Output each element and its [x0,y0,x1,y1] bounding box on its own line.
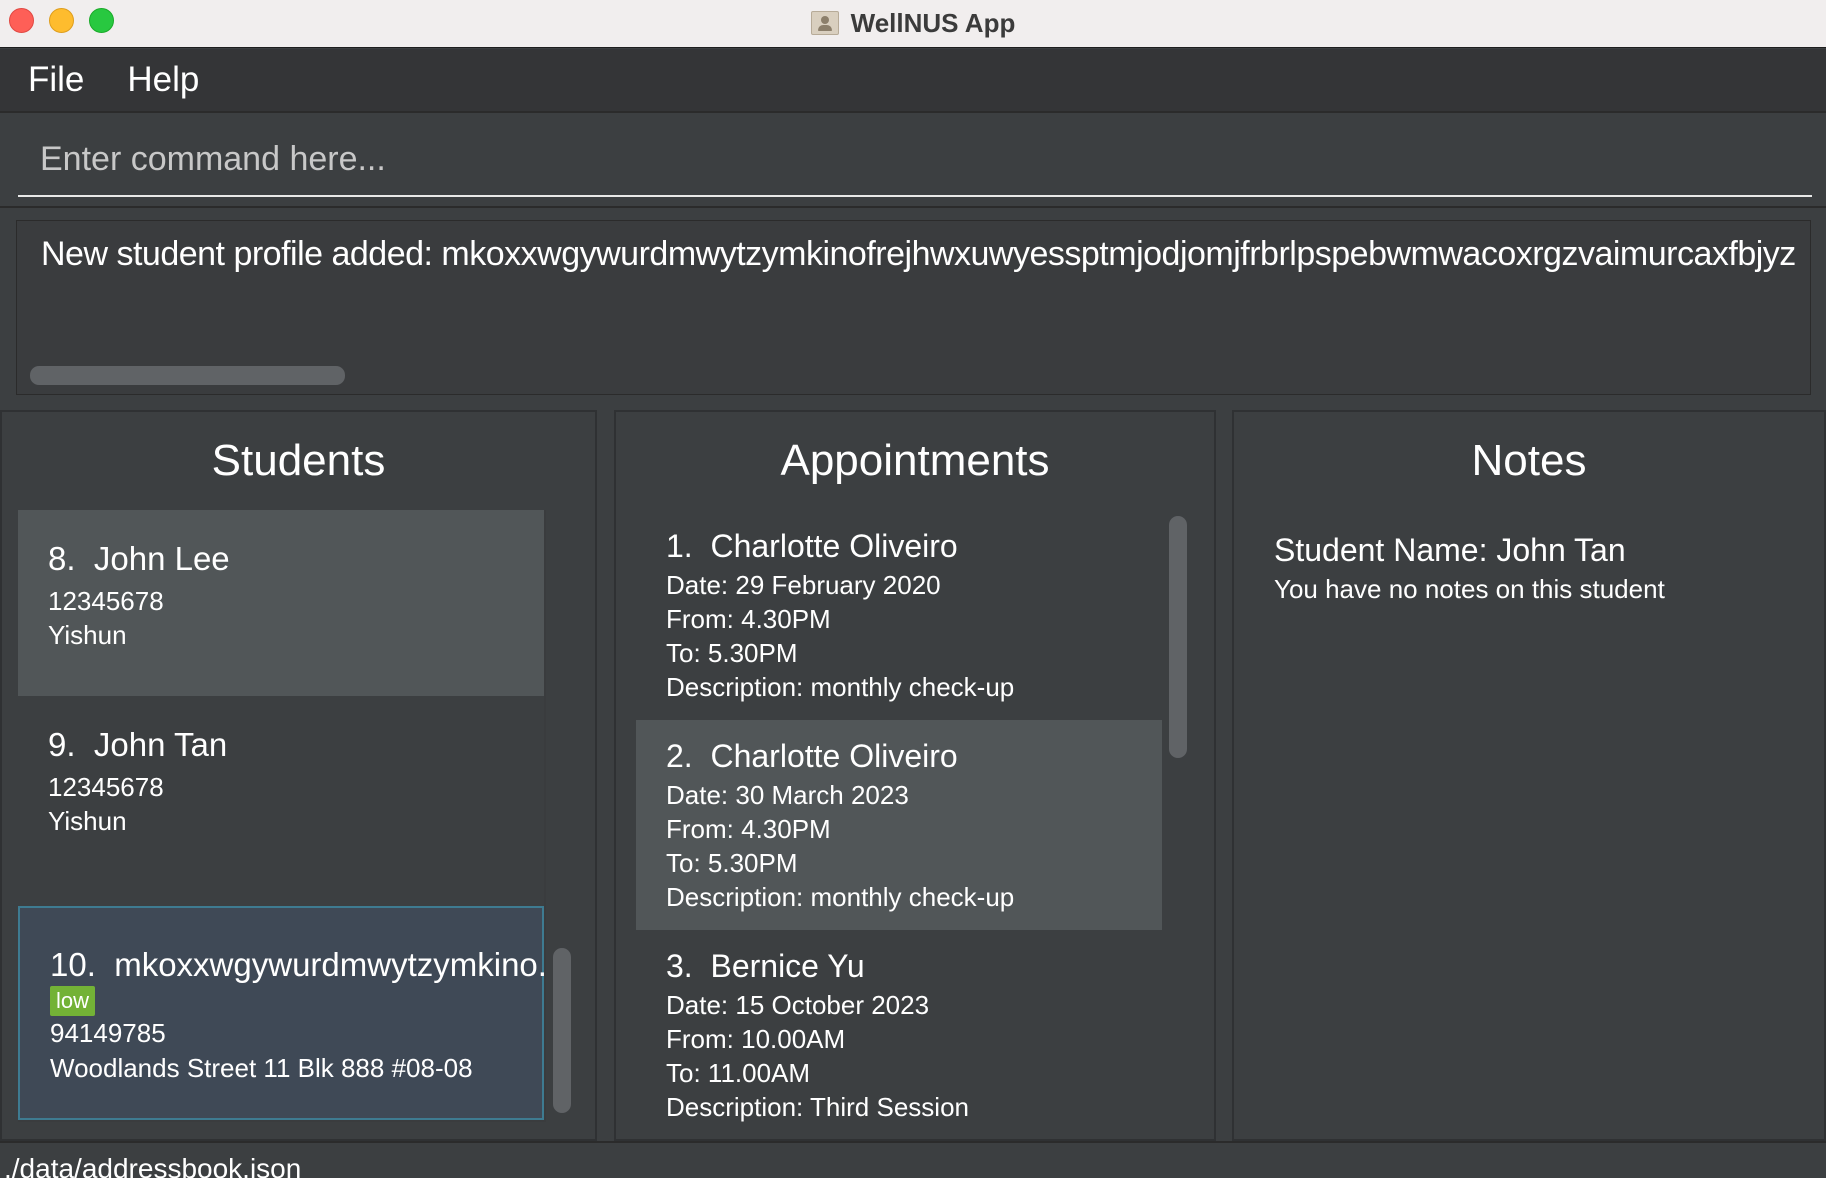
menu-file[interactable]: File [28,60,84,100]
student-index: 9. [48,726,76,763]
result-display[interactable]: New student profile added: mkoxxwgywurdm… [16,220,1811,395]
appointment-card[interactable]: 1. Charlotte Oliveiro Date: 29 February … [636,510,1162,720]
student-phone: 12345678 [48,586,164,616]
student-name: 9. John Tan [48,726,227,764]
appointment-name: 1. Charlotte Oliveiro [666,528,958,565]
appointment-index: 1. [666,528,693,564]
result-text: New student profile added: mkoxxwgywurdm… [41,235,1796,273]
app-icon [810,11,839,35]
notes-body: You have no notes on this student [1274,574,1665,604]
data-file-path: ./data/addressbook.json [4,1153,302,1178]
student-list-scrollbar[interactable] [553,948,571,1113]
app-window: WellNUS App File Help New student profil… [0,0,1826,1178]
student-name-text: John Tan [93,726,228,763]
appointments-panel: Appointments 1. Charlotte Oliveiro Date:… [614,410,1216,1141]
result-horizontal-scrollbar[interactable] [30,366,345,385]
appointment-to: To: 11.00AM [666,1058,811,1088]
menu-bar: File Help [0,49,1826,113]
appointment-description: Description: monthly check-up [666,882,1015,912]
title-bar: WellNUS App [0,0,1826,48]
menu-help[interactable]: Help [127,60,199,100]
appointment-to: To: 5.30PM [666,848,798,878]
status-bar: ./data/addressbook.json [0,1141,1826,1178]
students-title: Students [211,436,386,485]
appointment-card[interactable]: 3. Bernice Yu Date: 15 October 2023 From… [636,930,1162,1122]
appointment-from: From: 4.30PM [666,814,831,844]
notes-panel: Notes Student Name: John Tan You have no… [1232,410,1826,1141]
student-card[interactable]: 9. John Tan 12345678 Yishun [18,696,544,906]
risk-tag: low [50,986,96,1016]
appointment-from: From: 4.30PM [666,604,831,634]
student-phone: 94149785 [50,1018,166,1048]
student-list[interactable]: 8. John Lee 12345678 Yishun 9. John Tan … [18,510,546,1122]
appointment-name: 2. Charlotte Oliveiro [666,738,958,775]
appointment-description: Description: Third Session [666,1092,969,1122]
student-name: 8. John Lee [48,540,230,578]
appointment-date: Date: 30 March 2023 [666,780,909,810]
appointment-from: From: 10.00AM [666,1024,846,1054]
student-phone: 12345678 [48,772,164,802]
student-card-selected[interactable]: 10. mkoxxwgywurdmwytzymkino... low 94149… [18,906,546,1120]
appointment-description: Description: monthly check-up [666,672,1015,702]
appointments-title: Appointments [780,436,1050,485]
notes-title: Notes [1471,436,1587,485]
student-name-text: John Lee [93,540,230,577]
appointment-index: 3. [666,948,693,984]
students-panel: Students 8. John Lee 12345678 Yishun 9. … [0,410,597,1141]
appointment-student: Charlotte Oliveiro [710,738,958,774]
appointment-card-selected[interactable]: 2. Charlotte Oliveiro Date: 30 March 202… [636,720,1162,930]
appointment-student: Bernice Yu [710,948,865,984]
appointment-list[interactable]: 1. Charlotte Oliveiro Date: 29 February … [636,510,1162,1122]
appointment-name: 3. Bernice Yu [666,948,865,985]
appointment-student: Charlotte Oliveiro [710,528,958,564]
student-index: 8. [48,540,76,577]
command-input[interactable] [18,123,1812,197]
appointment-list-scrollbar[interactable] [1169,516,1187,758]
appointment-date: Date: 29 February 2020 [666,570,941,600]
student-card[interactable]: 8. John Lee 12345678 Yishun [18,510,544,696]
notes-content: Student Name: John Tan You have no notes… [1254,510,1810,1122]
student-address: Yishun [48,806,127,836]
student-index: 10. [50,946,96,983]
appointment-date: Date: 15 October 2023 [666,990,930,1020]
window-title: WellNUS App [850,7,1016,38]
title-wrap: WellNUS App [0,0,1826,46]
appointment-to: To: 5.30PM [666,638,798,668]
student-address: Yishun [48,620,127,650]
student-name: 10. mkoxxwgywurdmwytzymkino... [50,946,546,984]
student-address: Woodlands Street 11 Blk 888 #08-08 [50,1053,473,1083]
command-area [0,115,1826,208]
student-name-text: mkoxxwgywurdmwytzymkino... [114,946,546,983]
appointment-index: 2. [666,738,693,774]
notes-student-name: Student Name: John Tan [1274,532,1626,568]
